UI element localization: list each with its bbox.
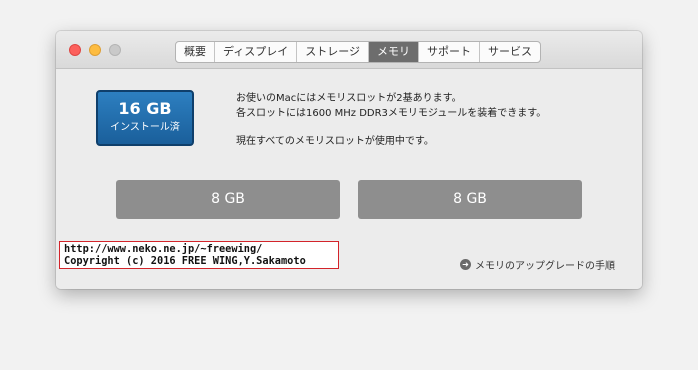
memory-upgrade-label: メモリのアップグレードの手順 bbox=[475, 261, 615, 272]
memory-slot-2: 8 GB bbox=[358, 180, 582, 219]
tab-service[interactable]: サービス bbox=[480, 42, 540, 62]
tab-overview[interactable]: 概要 bbox=[176, 42, 215, 62]
memory-installed-size: 16 GB bbox=[118, 99, 172, 118]
memory-slot-1: 8 GB bbox=[116, 180, 340, 219]
memory-installed-label: インストール済 bbox=[110, 122, 180, 133]
zoom-window-button[interactable] bbox=[109, 44, 121, 56]
tab-storage[interactable]: ストレージ bbox=[297, 42, 370, 62]
memory-upgrade-link[interactable]: ➜ メモリのアップグレードの手順 bbox=[460, 257, 615, 272]
tab-displays[interactable]: ディスプレイ bbox=[215, 42, 298, 62]
tab-memory[interactable]: メモリ bbox=[369, 42, 420, 62]
memory-installed-badge: 16 GB インストール済 bbox=[96, 90, 194, 146]
copyright-watermark: http://www.neko.ne.jp/~freewing/ Copyrig… bbox=[59, 241, 339, 269]
memory-info-text: お使いのMacにはメモリスロットが2基あります。 各スロットには1600 MHz… bbox=[236, 91, 546, 149]
tab-support[interactable]: サポート bbox=[419, 42, 481, 62]
memory-module-spec-text: 各スロットには1600 MHz DDR3メモリモジュールを装着できます。 bbox=[236, 108, 547, 119]
minimize-window-button[interactable] bbox=[89, 44, 101, 56]
copyright-url: http://www.neko.ne.jp/~freewing/ bbox=[64, 243, 263, 255]
memory-panel: 16 GB インストール済 お使いのMacにはメモリスロットが2基あります。 各… bbox=[56, 69, 642, 289]
copyright-notice: Copyright (c) 2016 FREE WING,Y.Sakamoto bbox=[64, 255, 306, 267]
memory-slot-status-text: 現在すべてのメモリスロットが使用中です。 bbox=[236, 136, 434, 147]
memory-slot-count-text: お使いのMacにはメモリスロットが2基あります。 bbox=[236, 93, 462, 104]
title-bar: 概要 ディスプレイ ストレージ メモリ サポート サービス bbox=[56, 31, 642, 69]
tab-bar: 概要 ディスプレイ ストレージ メモリ サポート サービス bbox=[175, 41, 542, 63]
arrow-right-circle-icon: ➜ bbox=[460, 259, 471, 270]
close-window-button[interactable] bbox=[69, 44, 81, 56]
about-this-mac-window: 概要 ディスプレイ ストレージ メモリ サポート サービス 16 GB インスト… bbox=[56, 31, 642, 289]
